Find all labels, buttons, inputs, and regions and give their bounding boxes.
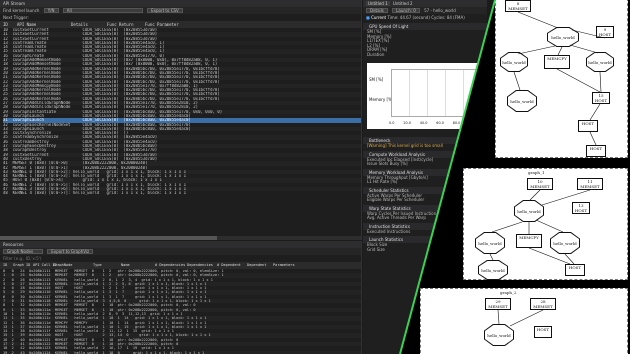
diagonal-divider (399, 0, 496, 354)
